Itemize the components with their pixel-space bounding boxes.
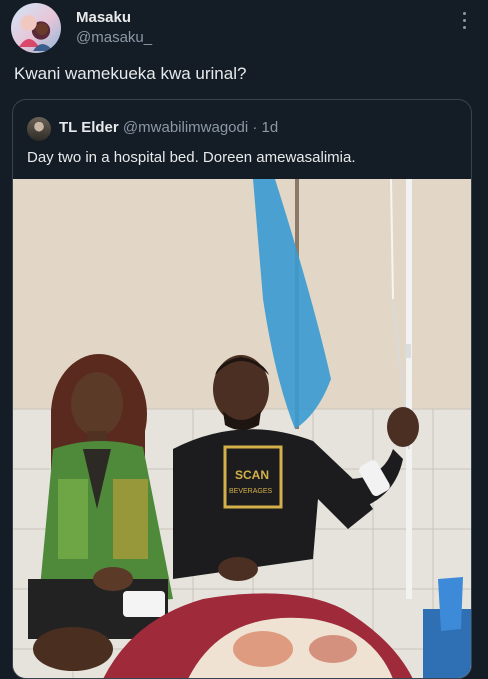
quoted-author-line: TL Elder @mwabilimwagodi · 1d [59, 119, 278, 136]
quoted-post-time[interactable]: · 1d [252, 119, 278, 136]
author-name[interactable]: Masaku [76, 9, 131, 26]
shirt-print-line2: BEVERAGES [229, 488, 273, 495]
quoted-author-handle[interactable]: @mwabilimwagodi [123, 119, 248, 136]
quoted-post-text: Day two in a hospital bed. Doreen amewas… [27, 149, 356, 166]
post-text: Kwani wamekueka kwa urinal? [14, 64, 247, 83]
quoted-post-photo[interactable]: SCAN BEVERAGES [13, 179, 471, 678]
more-vertical-icon[interactable] [462, 12, 468, 32]
quoted-post-card[interactable]: TL Elder @mwabilimwagodi · 1d Day two in… [12, 99, 472, 679]
author-handle[interactable]: @masaku_ [76, 29, 152, 46]
author-avatar[interactable] [11, 3, 61, 53]
quoted-author-avatar[interactable] [27, 117, 51, 141]
shirt-print-line1: SCAN [235, 468, 269, 482]
post-header: Masaku @masaku_ [0, 0, 488, 60]
quoted-author-name[interactable]: TL Elder [59, 119, 119, 136]
